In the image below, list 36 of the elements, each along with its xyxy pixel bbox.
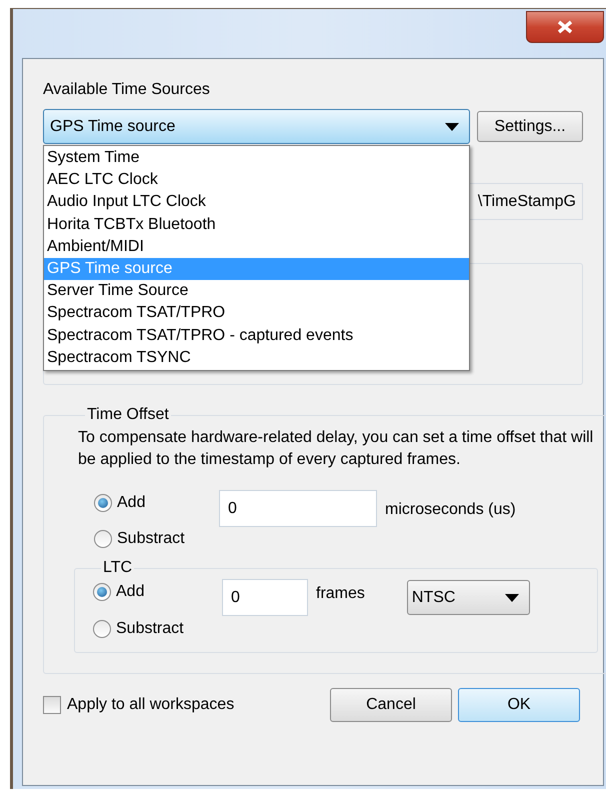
dropdown-option[interactable]: Horita TCBTx Bluetooth <box>44 214 469 236</box>
radio-label: Add <box>116 582 144 602</box>
dropdown-option[interactable]: System Time <box>44 147 469 170</box>
close-button[interactable] <box>526 11 604 43</box>
description-text: To compensate hardware-related delay, you can set a time offset that will be applied to the timestamp of every captured frames. <box>78 428 594 470</box>
dropdown-option[interactable]: Server Time Source <box>44 280 469 302</box>
dialog-button[interactable]: OK <box>458 688 580 722</box>
field-label: Available Time Sources <box>43 80 211 100</box>
group-title: Time Offset <box>86 405 170 425</box>
dropdown-option[interactable]: Audio Input LTC Clock <box>44 191 469 214</box>
radio-button[interactable] <box>94 494 112 512</box>
radio-label: Add <box>117 493 146 513</box>
time-source-dropdown[interactable]: GPS Time source <box>43 109 470 144</box>
dropdown-option[interactable]: AEC LTC Clock <box>44 169 469 192</box>
dialog-button[interactable]: Cancel <box>330 688 452 722</box>
radio-label: Substract <box>116 619 184 639</box>
microseconds-input[interactable]: 0 <box>219 490 377 527</box>
radio-button[interactable] <box>93 583 111 601</box>
radio-button[interactable] <box>94 530 112 548</box>
radio-label: Substract <box>117 529 185 549</box>
caret-icon <box>504 594 519 602</box>
dropdown-option[interactable]: Ambient/MIDI <box>44 236 469 258</box>
dropdown-option[interactable]: Spectracom TSAT/TPRO - captured events <box>44 324 469 347</box>
checkbox-label: Apply to all workspaces <box>67 695 234 715</box>
caret-icon <box>445 122 459 130</box>
standard-dropdown[interactable]: NTSC <box>406 580 530 615</box>
unit-label: frames <box>316 584 365 604</box>
settings-button[interactable]: Settings... <box>477 111 583 142</box>
dropdown-option[interactable]: Spectracom TSYNC <box>44 346 469 369</box>
checkbox[interactable] <box>43 696 61 714</box>
dropdown-option[interactable]: Spectracom TSAT/TPRO <box>44 302 469 324</box>
group-title: LTC <box>102 558 134 578</box>
close-icon <box>556 20 574 34</box>
radio-button[interactable] <box>93 620 111 638</box>
frames-input[interactable]: 0 <box>222 579 308 616</box>
unit-label: microseconds (us) <box>385 500 516 520</box>
